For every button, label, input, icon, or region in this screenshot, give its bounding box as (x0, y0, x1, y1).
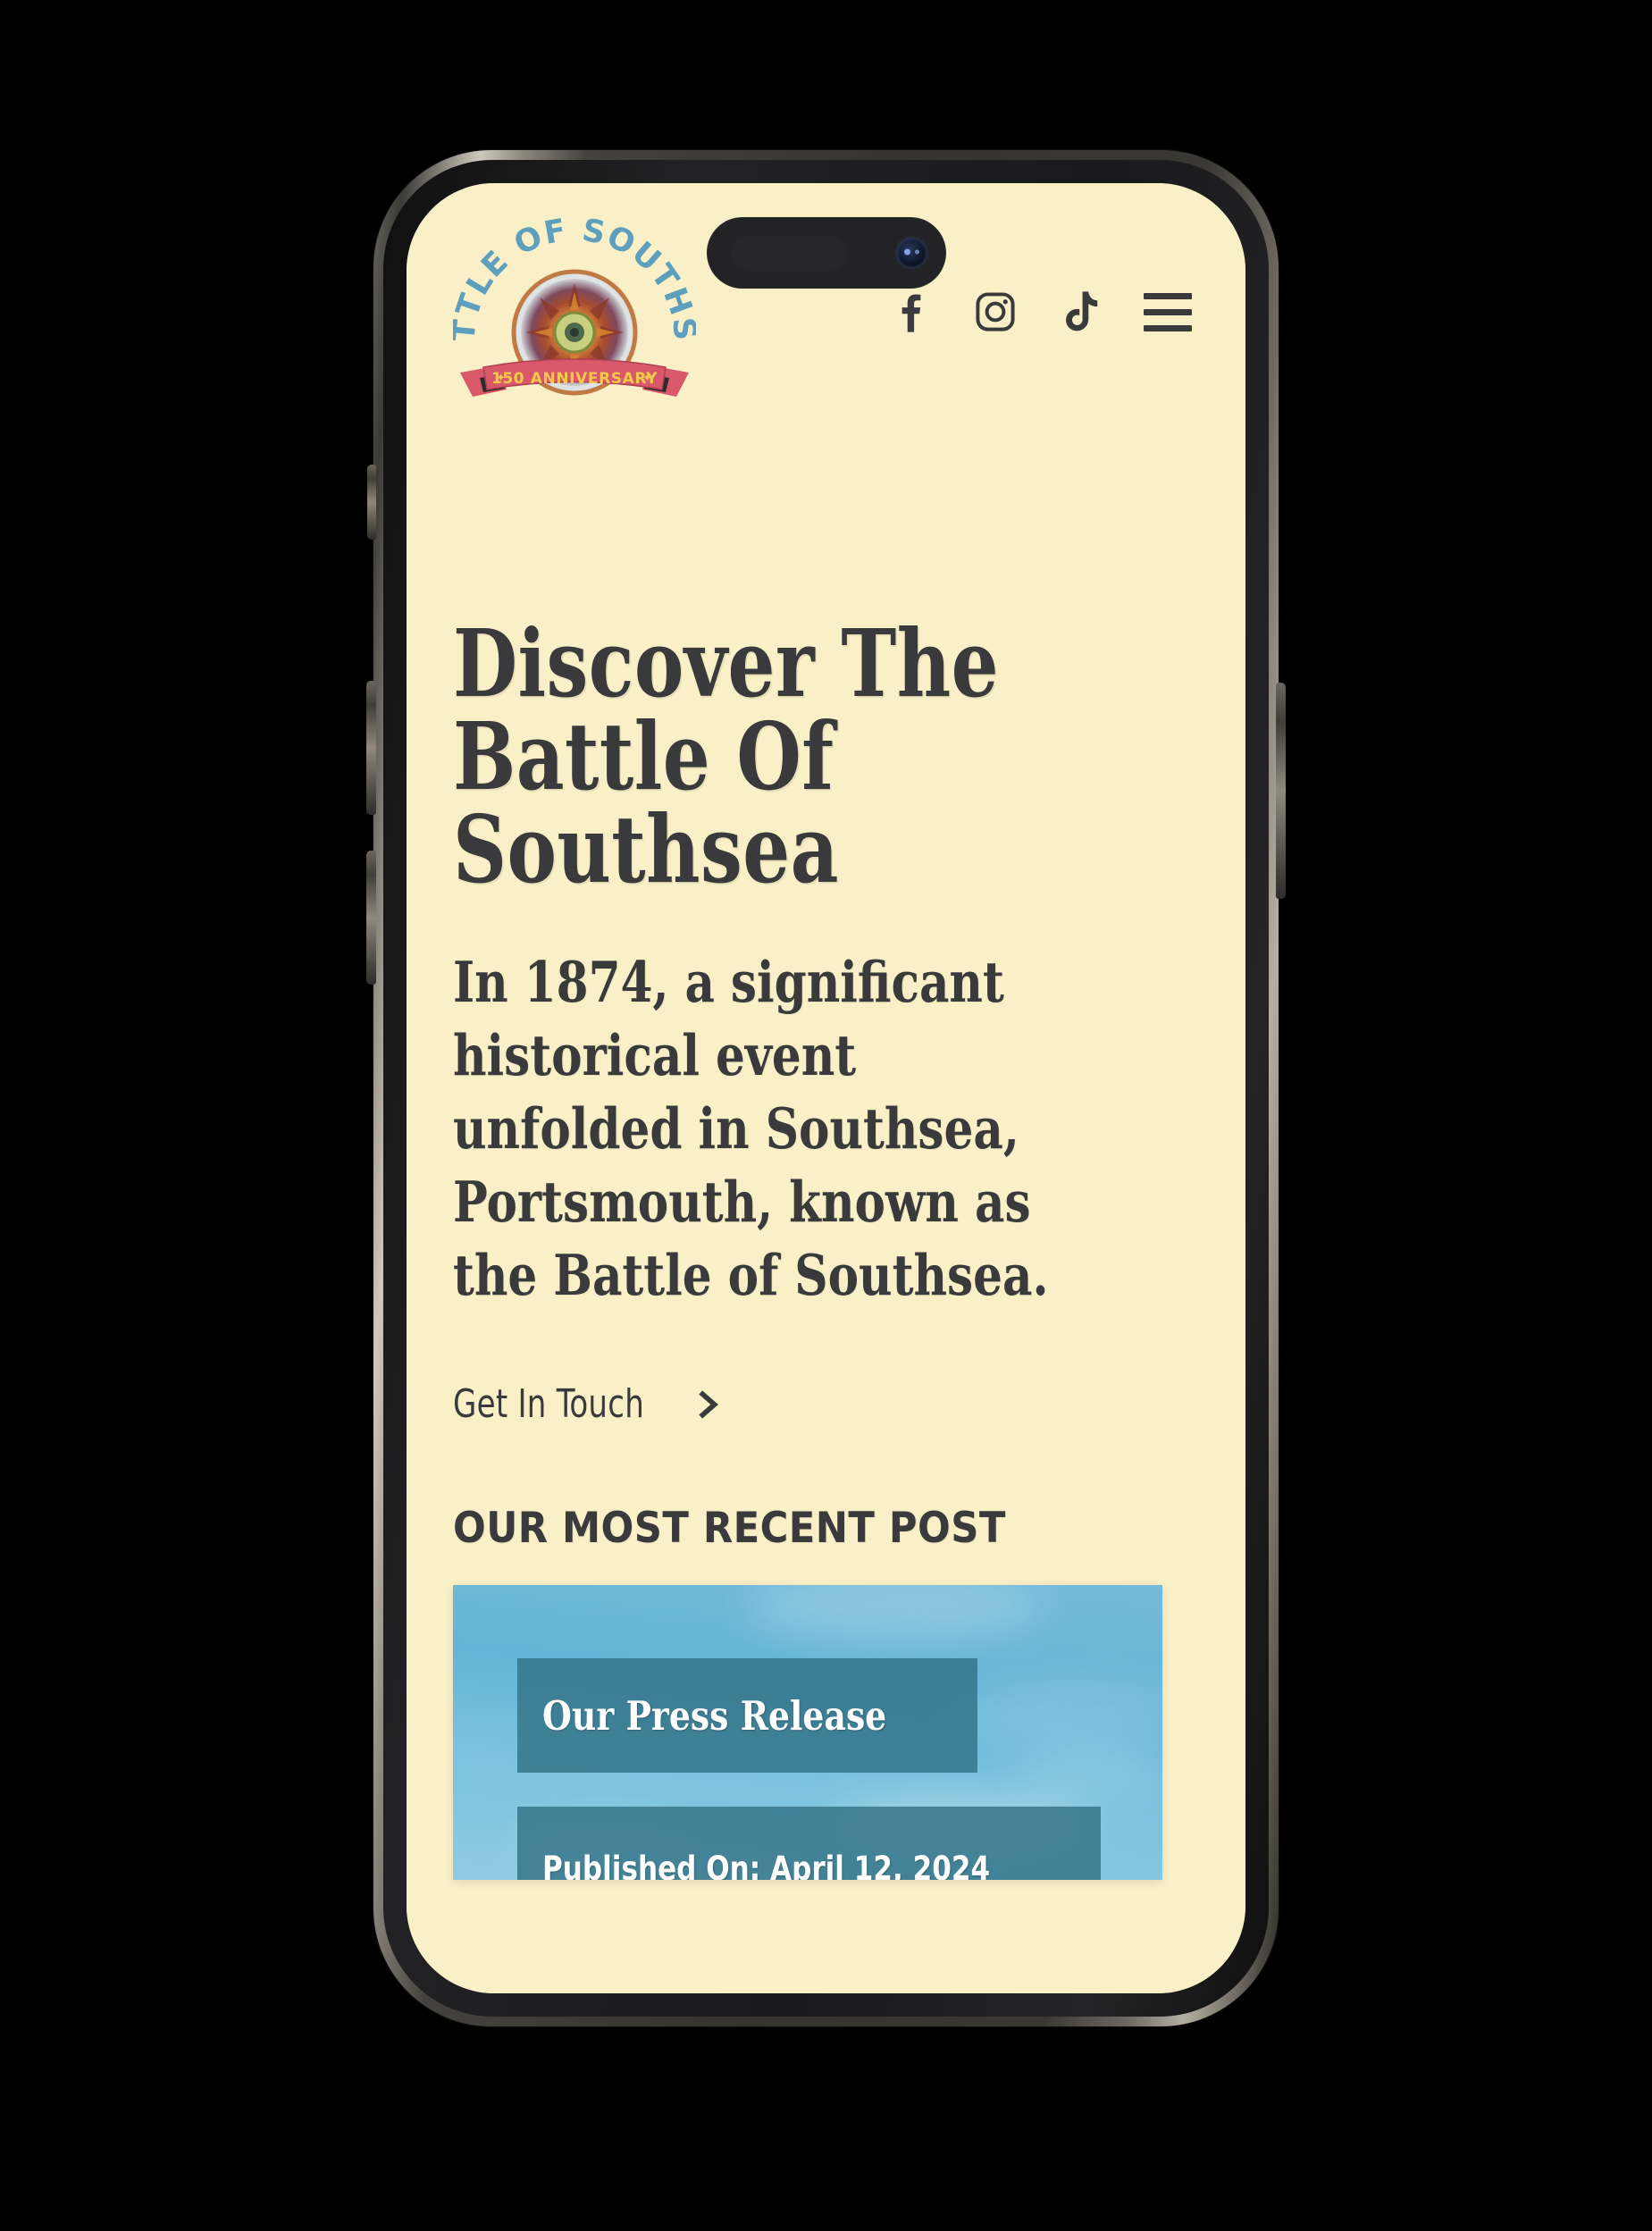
webpage-viewport: BATTLE OF SOUTHSEA (407, 183, 1245, 1993)
post-published-date: Published On: April 12, 2024 (542, 1849, 991, 1881)
volume-down-button[interactable] (366, 851, 376, 985)
get-in-touch-button[interactable]: Get In Touch (453, 1381, 724, 1427)
hamburger-bar (1144, 292, 1192, 299)
hero-section: Discover The Battle Of Southsea In 1874,… (407, 407, 1245, 1428)
earpiece-speaker (730, 235, 848, 271)
get-in-touch-label: Get In Touch (453, 1381, 645, 1428)
phone-screen: BATTLE OF SOUTHSEA (407, 183, 1245, 1993)
cloud-wisp (748, 1585, 1043, 1643)
screenshot-stage: BATTLE OF SOUTHSEA (0, 0, 1652, 2231)
svg-text:✦: ✦ (496, 371, 506, 384)
dynamic-island (706, 217, 946, 289)
post-title-badge: Our Press Release (517, 1658, 977, 1774)
post-title: Our Press Release (542, 1691, 887, 1740)
action-button[interactable] (367, 465, 376, 540)
recent-post-section: OUR MOST RECENT POST Our Press Release P… (407, 1427, 1245, 1881)
hamburger-bar (1144, 308, 1192, 315)
chevron-right-icon (693, 1387, 724, 1422)
phone-device-mockup: BATTLE OF SOUTHSEA (366, 150, 1286, 2026)
page-title: Discover The Battle Of Southsea (453, 608, 999, 904)
logo-ribbon-text: 150 ANNIVERSARY (491, 370, 658, 388)
instagram-icon[interactable] (972, 289, 1019, 335)
cloud-wisp (1016, 1751, 1162, 1791)
header-navigation (886, 289, 1192, 335)
hamburger-bar (1144, 324, 1192, 331)
recent-post-card[interactable]: Our Press Release Published On: April 12… (453, 1585, 1162, 1881)
svg-text:✦: ✦ (642, 371, 652, 384)
facebook-icon[interactable] (886, 289, 933, 335)
battle-of-southsea-logo[interactable]: BATTLE OF SOUTHSEA (453, 206, 696, 410)
post-date-badge: Published On: April 12, 2024 (517, 1807, 1101, 1881)
hamburger-menu-icon[interactable] (1144, 289, 1192, 335)
front-camera-icon (896, 238, 927, 268)
cloud-wisp (953, 1682, 1162, 1738)
recent-post-heading: OUR MOST RECENT POST (453, 1504, 1006, 1554)
volume-up-button[interactable] (366, 681, 376, 815)
hero-subtitle: In 1874, a significant historical event … (453, 949, 1049, 1308)
tiktok-icon[interactable] (1058, 289, 1104, 335)
power-button[interactable] (1276, 683, 1286, 899)
